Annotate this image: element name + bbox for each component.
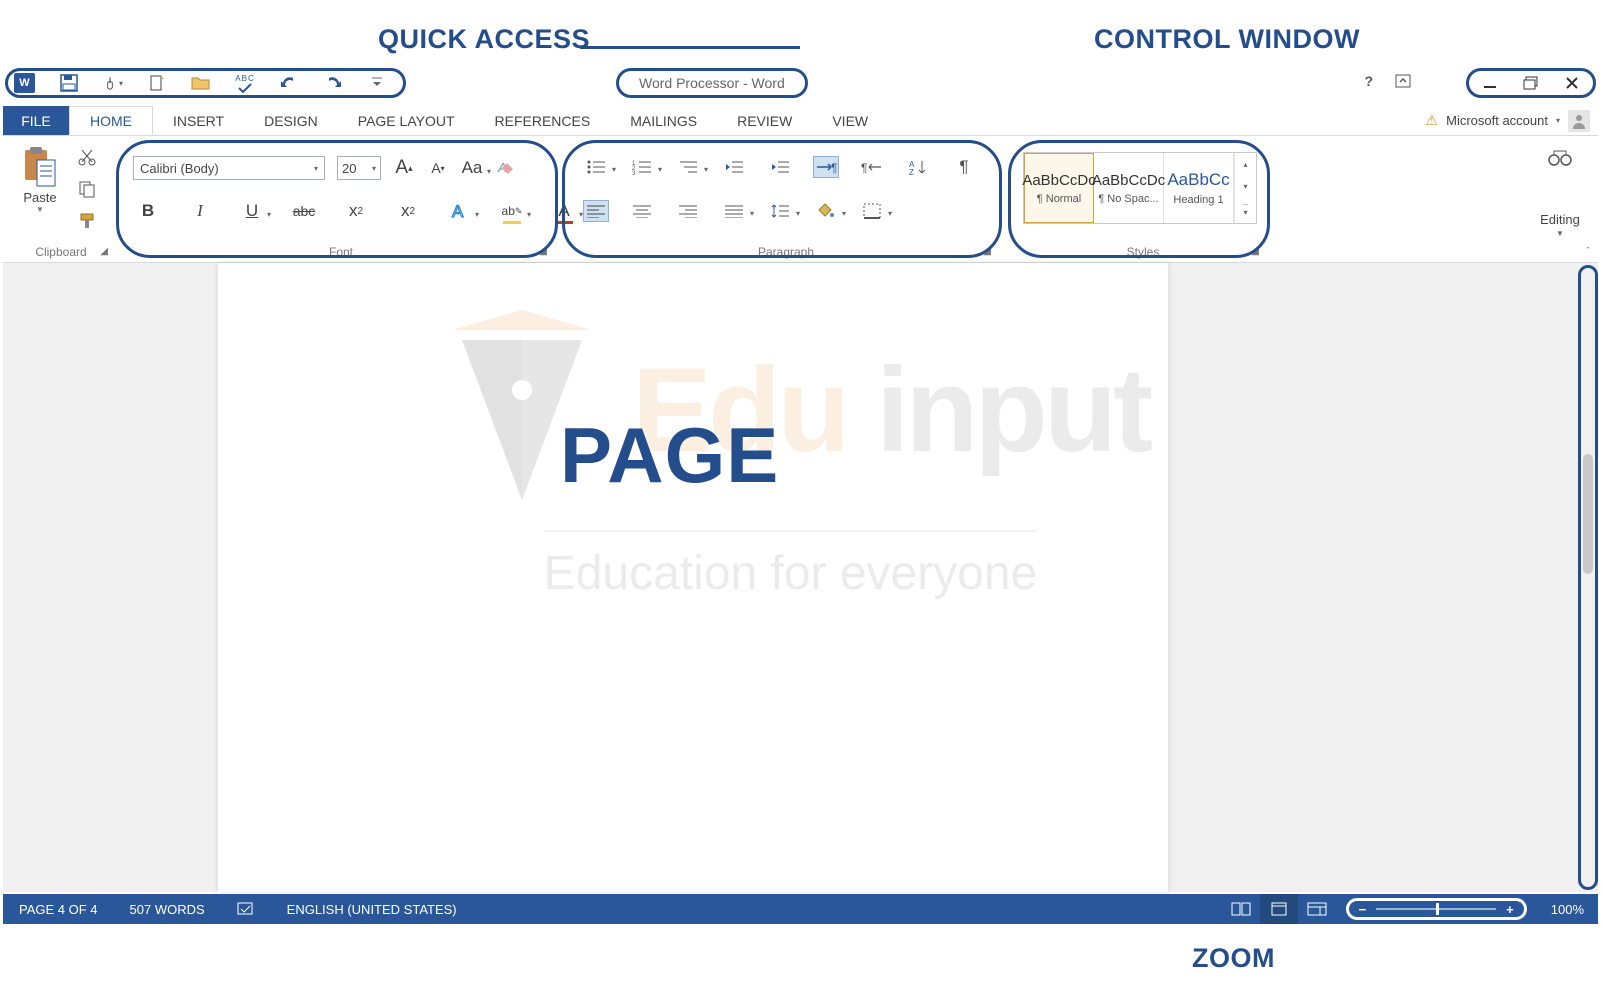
- tab-page-layout[interactable]: PAGE LAYOUT: [338, 106, 475, 135]
- account-label: Microsoft account: [1446, 113, 1548, 128]
- format-painter-icon[interactable]: [78, 212, 96, 230]
- annotation-bubble-styles: [1008, 140, 1270, 258]
- touch-mode-icon[interactable]: ▾: [103, 73, 123, 93]
- paste-button[interactable]: Paste ▼: [16, 146, 64, 214]
- editing-dropdown-icon: ▼: [1530, 229, 1590, 238]
- read-mode-icon[interactable]: [1222, 894, 1260, 924]
- editing-label: Editing: [1530, 212, 1590, 227]
- account-area[interactable]: ⚠ Microsoft account ▾: [1426, 106, 1590, 135]
- callout-line: [580, 46, 800, 49]
- copy-icon[interactable]: [78, 180, 96, 198]
- paste-label: Paste: [16, 190, 64, 205]
- paste-dropdown-icon: ▼: [16, 205, 64, 214]
- clipboard-group-label: Clipboard: [10, 245, 112, 259]
- undo-icon[interactable]: [279, 73, 299, 93]
- print-layout-icon[interactable]: [1260, 894, 1298, 924]
- window-controls: [1466, 68, 1596, 98]
- callout-zoom: ZOOM: [1192, 943, 1275, 974]
- warning-icon: ⚠: [1426, 112, 1439, 129]
- zoom-slider[interactable]: − +: [1346, 898, 1527, 920]
- tab-mailings[interactable]: MAILINGS: [610, 106, 717, 135]
- ribbon-display-options-icon[interactable]: [1395, 74, 1411, 88]
- language-indicator[interactable]: ENGLISH (UNITED STATES): [271, 902, 473, 917]
- minimize-button[interactable]: [1483, 76, 1497, 90]
- document-area: [3, 263, 1598, 892]
- cut-icon[interactable]: [78, 148, 96, 166]
- ribbon-tabs: FILE HOME INSERT DESIGN PAGE LAYOUT REFE…: [3, 106, 1598, 136]
- annotation-bubble-font: [116, 140, 558, 258]
- page-indicator[interactable]: PAGE 4 OF 4: [3, 902, 114, 917]
- spellcheck-icon[interactable]: ABC: [235, 73, 255, 93]
- tab-review[interactable]: REVIEW: [717, 106, 812, 135]
- zoom-in-icon[interactable]: +: [1506, 902, 1514, 917]
- tab-design[interactable]: DESIGN: [244, 106, 338, 135]
- web-layout-icon[interactable]: [1298, 894, 1336, 924]
- open-icon[interactable]: [191, 73, 211, 93]
- document-title: Word Processor - Word: [616, 68, 808, 98]
- annotation-bubble-paragraph: [562, 140, 1002, 258]
- scrollbar-thumb[interactable]: [1583, 454, 1593, 574]
- proofing-icon[interactable]: [221, 902, 271, 916]
- qat-customize-icon[interactable]: [367, 73, 387, 93]
- group-editing[interactable]: Editing ▼: [1530, 142, 1590, 259]
- callout-quick-access: QUICK ACCESS: [378, 24, 590, 55]
- tab-file[interactable]: FILE: [3, 106, 69, 135]
- avatar-icon: [1568, 110, 1590, 132]
- tab-view[interactable]: VIEW: [812, 106, 888, 135]
- callout-control-window: CONTROL WINDOW: [1094, 24, 1360, 55]
- word-count[interactable]: 507 WORDS: [114, 902, 221, 917]
- help-icon[interactable]: ?: [1364, 73, 1373, 89]
- help-ribbon-opts: ?: [1364, 73, 1411, 89]
- word-app-icon: W: [14, 73, 35, 93]
- save-icon[interactable]: [59, 73, 79, 93]
- new-doc-icon[interactable]: [147, 73, 167, 93]
- clipboard-launcher-icon[interactable]: ◢: [100, 246, 108, 257]
- group-clipboard: Paste ▼ Clipboard ◢: [10, 142, 112, 259]
- account-dropdown-icon: ▾: [1556, 116, 1560, 125]
- vertical-scrollbar[interactable]: [1578, 265, 1598, 890]
- tab-insert[interactable]: INSERT: [153, 106, 244, 135]
- zoom-out-icon[interactable]: −: [1359, 902, 1367, 917]
- paste-icon: [21, 146, 59, 188]
- collapse-ribbon-icon[interactable]: ˆ: [1586, 246, 1590, 258]
- callout-page: PAGE: [560, 410, 779, 501]
- zoom-level[interactable]: 100%: [1537, 902, 1598, 917]
- redo-icon[interactable]: [323, 73, 343, 93]
- restore-button[interactable]: [1523, 76, 1539, 90]
- zoom-track[interactable]: [1376, 908, 1496, 910]
- tab-home[interactable]: HOME: [69, 106, 153, 135]
- close-button[interactable]: [1565, 76, 1579, 90]
- tab-references[interactable]: REFERENCES: [475, 106, 611, 135]
- document-page[interactable]: [218, 263, 1168, 892]
- find-icon: [1547, 148, 1573, 168]
- quick-access-toolbar: W ▾ ABC: [5, 68, 406, 98]
- status-bar: PAGE 4 OF 4 507 WORDS ENGLISH (UNITED ST…: [3, 894, 1598, 924]
